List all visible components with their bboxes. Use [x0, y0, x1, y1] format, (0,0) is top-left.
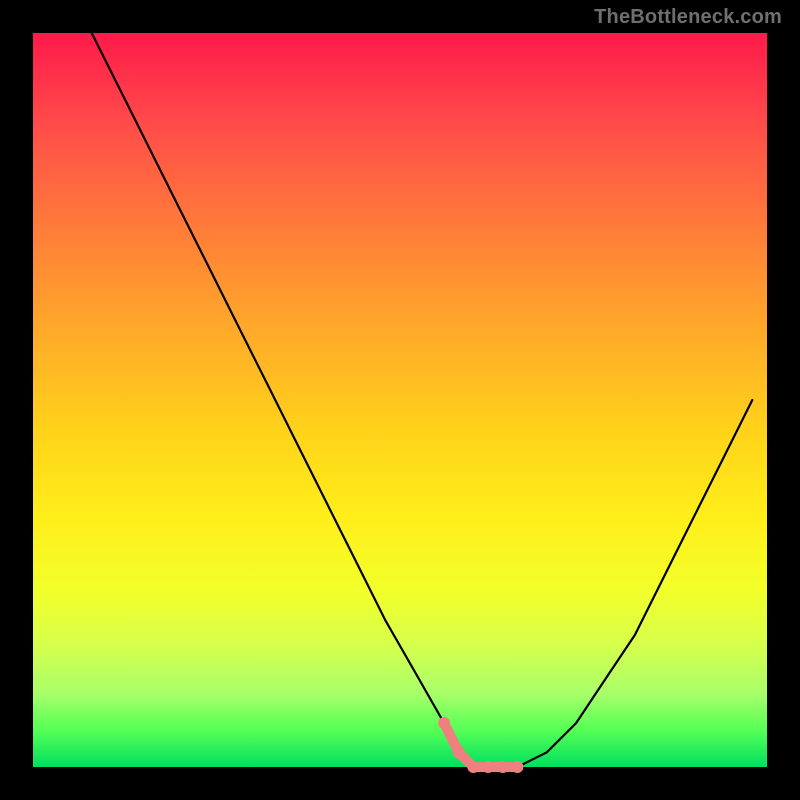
plateau-marker-dot	[482, 761, 494, 773]
plateau-markers	[438, 717, 523, 773]
plateau-marker-dot	[438, 717, 450, 729]
attribution-text: TheBottleneck.com	[594, 6, 782, 29]
plateau-marker-dot	[453, 746, 465, 758]
bottleneck-curve	[92, 33, 753, 767]
plateau-marker-dot	[511, 761, 523, 773]
plateau-marker-dot	[497, 761, 509, 773]
plateau-marker-dot	[467, 761, 479, 773]
chart-svg	[33, 33, 767, 767]
